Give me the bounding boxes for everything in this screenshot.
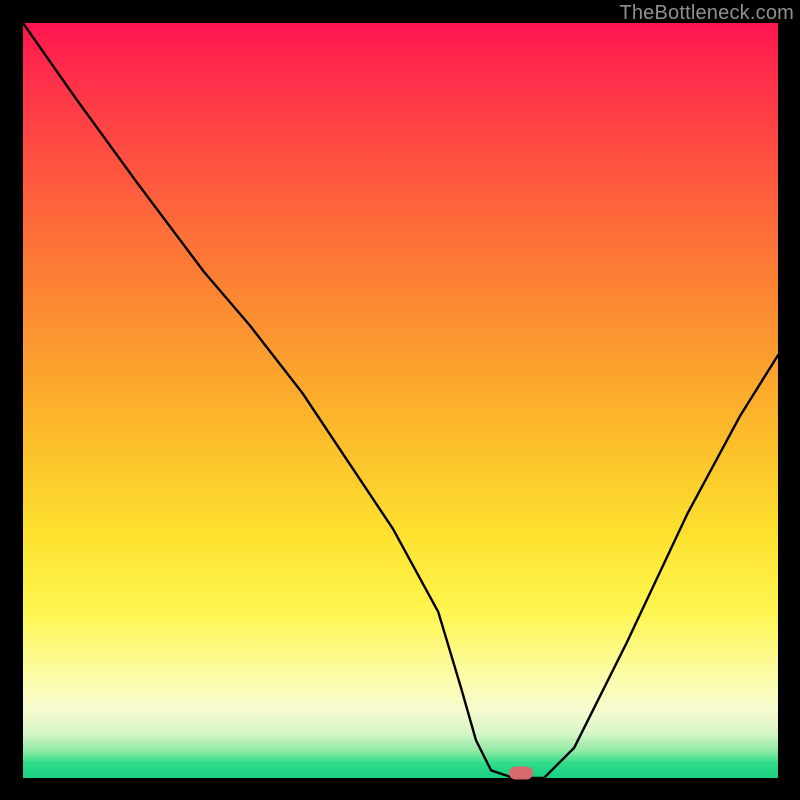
chart-frame: TheBottleneck.com xyxy=(0,0,800,800)
plot-area xyxy=(23,23,778,778)
optimal-point-marker xyxy=(509,767,533,780)
bottleneck-curve xyxy=(23,23,778,778)
watermark-text: TheBottleneck.com xyxy=(619,2,794,25)
